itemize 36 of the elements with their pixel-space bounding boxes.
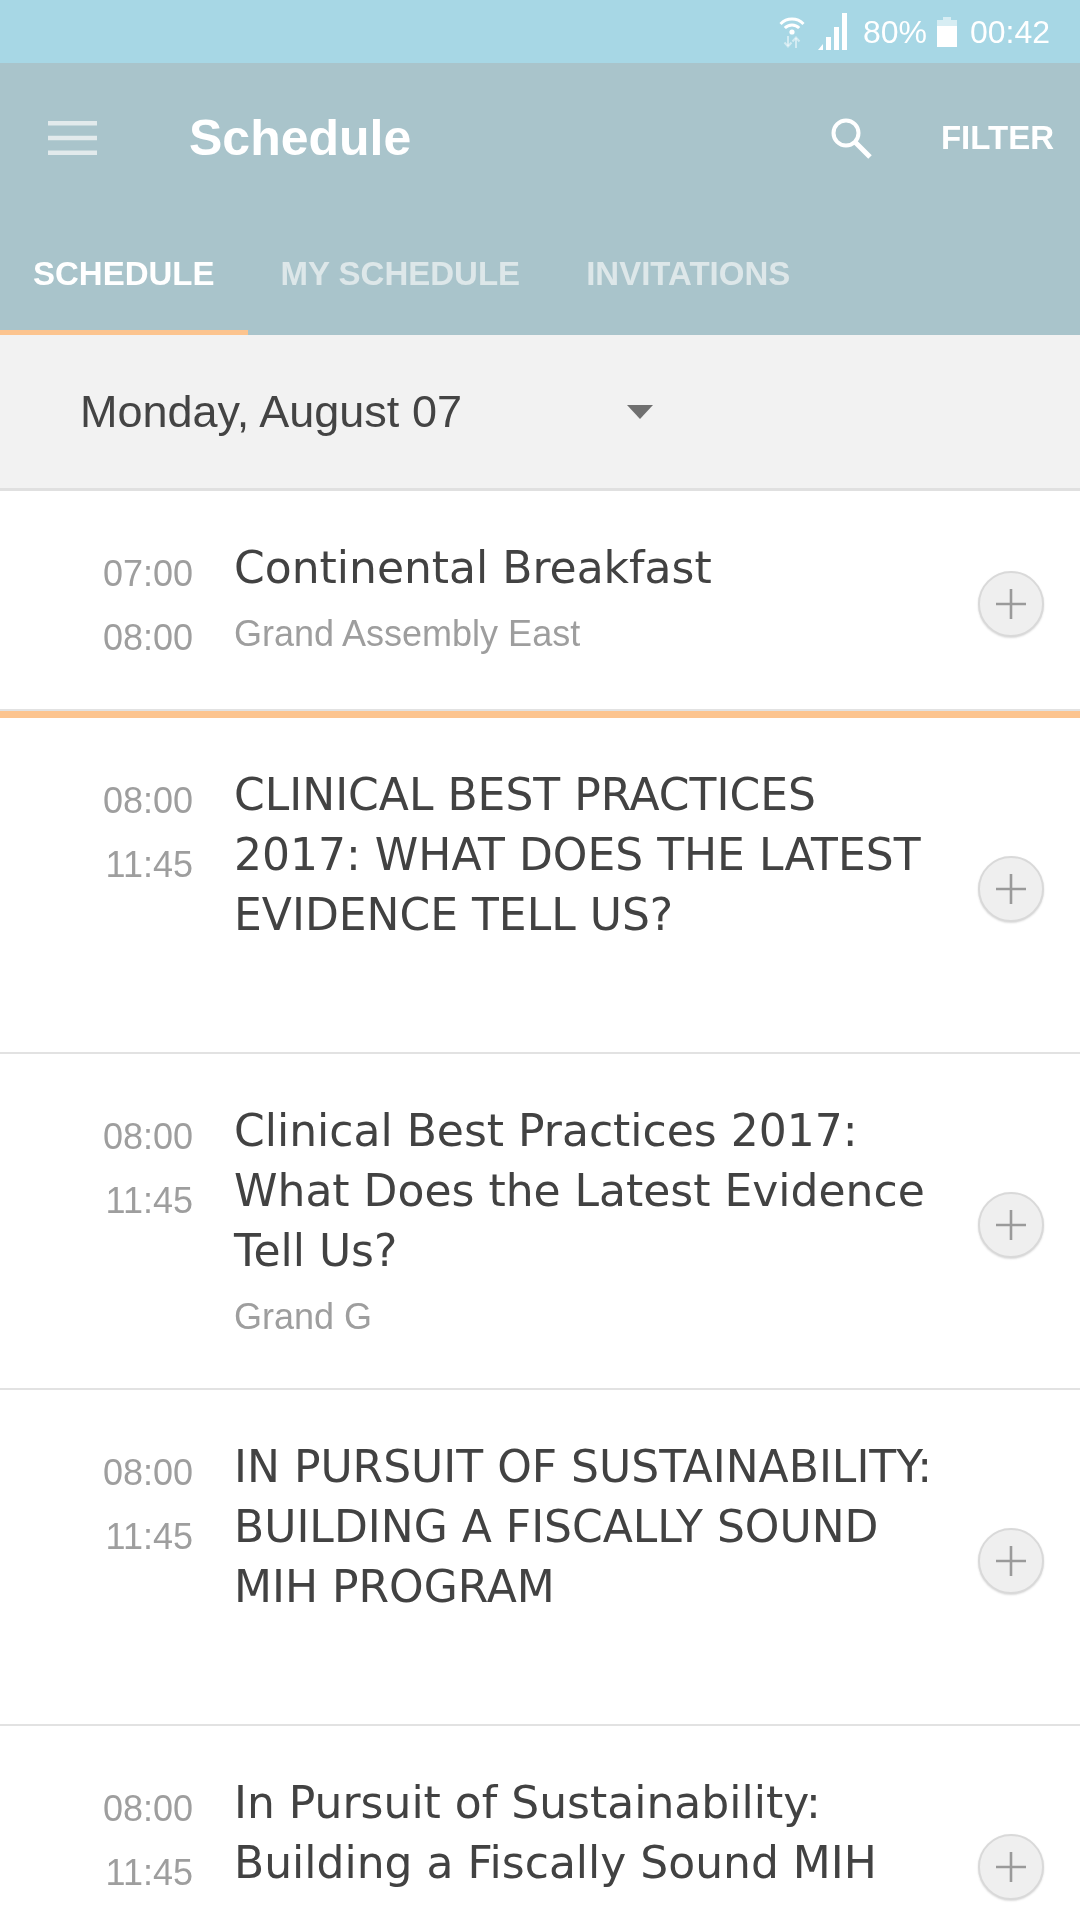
battery-icon	[936, 16, 957, 47]
start-time: 08:00	[102, 779, 193, 823]
session-location: Grand Assembly East	[234, 612, 581, 656]
screen-title: Schedule	[189, 109, 412, 167]
plus-icon	[996, 1546, 1026, 1576]
add-button[interactable]	[978, 1834, 1044, 1900]
end-time: 11:45	[105, 1851, 193, 1895]
session-title[interactable]: IN PURSUIT OF SUSTAINABILITY: BUILDING A FISCALLY SOUND MIH PROGRAM	[234, 1437, 950, 1617]
caret-icon	[627, 404, 653, 419]
session-title[interactable]: In Pursuit of Sustainability: Building a Fiscally Sound MIH	[234, 1773, 950, 1893]
end-time: 11:45	[105, 843, 193, 887]
session-title[interactable]: Clinical Best Practices 2017: What Does the Latest Evidence Tell Us?	[234, 1101, 950, 1281]
add-button[interactable]	[978, 1528, 1044, 1594]
start-time: 08:00	[102, 1787, 193, 1831]
signal-icon	[817, 13, 849, 50]
add-button[interactable]	[978, 856, 1044, 922]
date-dropdown[interactable]: Monday, August 07	[80, 383, 653, 440]
plus-icon	[996, 1210, 1026, 1240]
session-title[interactable]: Continental Breakfast	[234, 538, 712, 598]
add-button[interactable]	[978, 1192, 1044, 1258]
menu-icon[interactable]	[48, 121, 97, 155]
session-location: Grand G	[234, 1295, 373, 1339]
plus-icon	[996, 1852, 1026, 1882]
add-button[interactable]	[978, 571, 1044, 637]
end-time: 11:45	[105, 1179, 193, 1223]
plus-icon	[996, 874, 1026, 904]
start-time: 08:00	[102, 1451, 193, 1495]
plus-icon	[996, 589, 1026, 619]
start-time: 07:00	[102, 552, 193, 596]
end-time: 11:45	[105, 1515, 193, 1559]
clock-time: 00:42	[969, 12, 1050, 52]
search-icon[interactable]	[829, 117, 872, 159]
battery-percent: 80%	[862, 12, 927, 52]
session-title[interactable]: CLINICAL BEST PRACTICES 2017: WHAT DOES THE LATEST EVIDENCE TELL US?	[234, 765, 950, 945]
start-time: 08:00	[102, 1115, 193, 1159]
end-time: 08:00	[102, 616, 193, 660]
